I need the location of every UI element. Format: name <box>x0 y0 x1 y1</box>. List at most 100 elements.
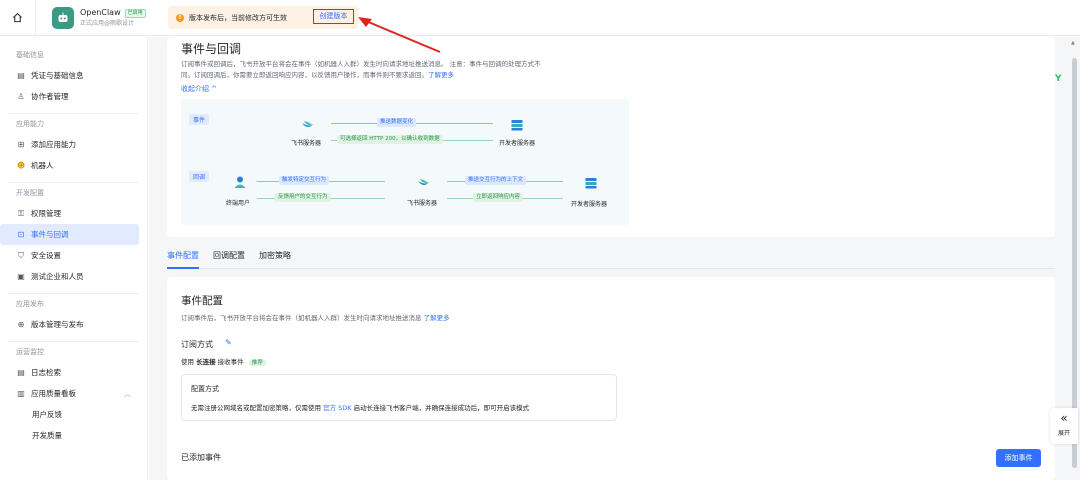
flow-return-response: 立即返回响应内容 <box>473 193 524 202</box>
chevron-up-icon: ︿ <box>124 389 131 398</box>
section-title: 基础信息 <box>16 51 44 59</box>
flow-http-ok: 可选择返回 HTTP 200，以确认收到数据 <box>337 135 443 144</box>
expand-button[interactable]: « 展开 <box>1050 408 1078 444</box>
create-version-button[interactable]: 创建版本 <box>313 9 354 24</box>
config-tabs: 事件配置 回调配置 加密策略 <box>167 249 1055 269</box>
subscription-title: 订阅方式 <box>181 340 213 349</box>
feishu-icon <box>302 121 314 127</box>
sidebar-item-add-capability[interactable]: ⊞ 添加应用能力 <box>0 134 139 155</box>
event-icon: ⊡ <box>17 230 25 239</box>
expand-label: 展开 <box>1057 430 1070 437</box>
sidebar-item-label: 添加应用能力 <box>31 140 76 149</box>
scrollbar-thumb[interactable] <box>1072 58 1077 468</box>
credential-icon: ▤ <box>17 71 25 80</box>
page-title: 事件与回调 <box>181 42 242 56</box>
notice-text: 版本发布后，当前修改方可生效 <box>189 13 287 22</box>
sidebar-item-credentials[interactable]: ▤ 凭证与基础信息 <box>0 65 139 86</box>
subscription-mode: 使用 长连接 接收事件 推荐 <box>181 356 266 366</box>
mode-suffix: 接收事件 <box>217 358 244 366</box>
sidebar-item-quality[interactable]: ▥ 应用质量看板 ︿ <box>0 383 139 404</box>
flow-push-data: 推送数据变化 <box>377 118 417 127</box>
scroll-up-icon[interactable]: ▲ <box>1071 40 1075 46</box>
lock-icon: ⚿ <box>17 208 25 218</box>
recommend-badge: 推荐 <box>248 360 266 366</box>
home-icon <box>12 12 23 23</box>
app-logo <box>52 6 74 29</box>
app-name: OpenClaw <box>80 7 121 17</box>
tab-callback-config[interactable]: 回调配置 <box>213 249 245 269</box>
main-content: 事件与回调 订阅事件或回调后，飞书开放平台将会在事件（如机器人入群）发生时向请求… <box>149 37 1069 480</box>
section-title: 事件配置 <box>181 295 223 307</box>
chart-icon: ▥ <box>17 389 25 398</box>
flow-feedback: 反馈用户的交互行为 <box>275 193 331 202</box>
collapse-intro-link[interactable]: 收起介绍 ^ <box>181 84 217 94</box>
sidebar-item-label: 开发质量 <box>32 431 62 440</box>
config-method-text: 无需注册公网域名或配置加密策略，仅需使用 官方 SDK 启动长连接飞书客户端，并… <box>191 402 529 412</box>
sidebar-item-label: 应用质量看板 <box>31 389 76 398</box>
flow-diagram: 事件 飞书服务器 推送数据变化 可选择返回 HTTP 200，以确认收到数据 开… <box>181 99 629 225</box>
intro-line-1: 订阅事件或回调后，飞书开放平台将会在事件（如机器人入群）发生时向请求地址推送消息… <box>181 60 541 68</box>
version-icon: ⊕ <box>17 320 25 329</box>
learn-more-link[interactable]: 了解更多 <box>424 314 450 322</box>
sidebar-item-logs[interactable]: ▤ 日志检索 <box>0 362 139 383</box>
feishu-server-label: 飞书服务器 <box>407 200 438 207</box>
warning-icon: ! <box>176 13 184 22</box>
section-title: 运营监控 <box>16 348 44 356</box>
top-bar: OpenClaw 已启用 正式应用@雨歌设计 <box>0 0 1080 36</box>
sidebar-item-label: 事件与回调 <box>31 230 69 239</box>
config-method-box: 配置方式 无需注册公网域名或配置加密策略，仅需使用 官方 SDK 启动长连接飞书… <box>181 374 617 421</box>
app-info: OpenClaw 已启用 正式应用@雨歌设计 <box>80 7 146 29</box>
tab-event-config[interactable]: 事件配置 <box>167 249 199 269</box>
callback-tag: 回调 <box>189 171 210 182</box>
sidebar-item-label: 日志检索 <box>31 368 61 377</box>
sidebar-item-events[interactable]: ⊡ 事件与回调 <box>0 224 139 245</box>
add-event-button[interactable]: 添加事件 <box>996 449 1041 467</box>
sidebar-item-robot[interactable]: ☻ 机器人 <box>0 155 139 176</box>
server-icon <box>585 178 597 189</box>
shield-icon: ⛉ <box>18 250 24 260</box>
event-config-card: 事件配置 订阅事件后，飞书开放平台将会在事件（如机器人入群）发生时向请求地址推送… <box>167 277 1055 480</box>
sidebar-item-collaborators[interactable]: ♙ 协作者管理 <box>0 86 139 107</box>
sidebar-item-permissions[interactable]: ⚿ 权限管理 <box>0 203 139 224</box>
section-title: 开发配置 <box>16 189 44 197</box>
sidebar-item-test[interactable]: ▣ 测试企业和人员 <box>0 266 139 287</box>
sidebar-item-dev-quality[interactable]: 开发质量 <box>0 425 139 446</box>
feishu-icon <box>418 179 430 185</box>
status-badge: 已启用 <box>124 8 146 18</box>
intro-card: 事件与回调 订阅事件或回调后，飞书开放平台将会在事件（如机器人入群）发生时向请求… <box>167 37 1055 237</box>
end-user-label: 终端用户 <box>226 200 251 207</box>
section-description: 订阅事件后，飞书开放平台将会在事件（如机器人入群）发生时向请求地址推送消息 了解… <box>181 312 450 322</box>
sidebar-item-security[interactable]: ⛉ 安全设置 <box>0 245 139 266</box>
added-events-title: 已添加事件 <box>181 453 221 462</box>
sidebar-item-label: 权限管理 <box>31 209 61 218</box>
config-text-b: 启动长连接飞书客户端，并确保连接成功后，即可开启该模式 <box>353 404 530 412</box>
dev-server-label: 开发者服务器 <box>499 140 536 147</box>
sidebar-item-version[interactable]: ⊕ 版本管理与发布 <box>0 314 139 335</box>
flow-push-context: 推送交互行为的上下文 <box>465 176 527 185</box>
sidebar-item-label: 安全设置 <box>31 251 61 260</box>
learn-more-link[interactable]: 了解更多 <box>428 71 454 79</box>
official-sdk-link[interactable]: 官方 SDK <box>323 404 351 412</box>
tab-encryption[interactable]: 加密策略 <box>259 249 291 269</box>
y-icon[interactable]: Y <box>1055 74 1062 84</box>
feishu-server-label: 飞书服务器 <box>291 140 322 147</box>
sidebar: 基础信息 ▤ 凭证与基础信息 ♙ 协作者管理 应用能力 ⊞ 添加应用能力 ☻ 机器人 开… <box>0 37 148 480</box>
sidebar-item-feedback[interactable]: 用户反馈 <box>0 404 139 425</box>
app-subtitle: 正式应用@雨歌设计 <box>80 19 135 27</box>
user-icon <box>234 176 246 188</box>
home-button[interactable] <box>0 0 36 36</box>
double-chevron-left-icon: « <box>1060 411 1068 425</box>
sidebar-item-label: 用户反馈 <box>32 410 62 419</box>
description-text: 订阅事件后，飞书开放平台将会在事件（如机器人入群）发生时向请求地址推送消息 <box>181 314 422 322</box>
robot-icon <box>58 12 68 22</box>
dev-server-label: 开发者服务器 <box>571 201 608 208</box>
config-text-a: 无需注册公网域名或配置加密策略，仅需使用 <box>191 404 321 412</box>
edit-icon[interactable]: ✎ <box>225 338 232 347</box>
intro-line-2: 同。订阅回调后，你需要立即返回响应内容，以反馈用户操作，而事件则不要求返回。 <box>181 71 428 79</box>
grid-add-icon: ⊞ <box>17 140 25 149</box>
flow-trigger: 触发特定交互行为 <box>279 176 330 185</box>
robot-icon: ☻ <box>16 161 26 170</box>
sidebar-item-label: 机器人 <box>31 161 54 170</box>
server-icon <box>511 120 523 131</box>
sidebar-item-label: 凭证与基础信息 <box>31 71 84 80</box>
